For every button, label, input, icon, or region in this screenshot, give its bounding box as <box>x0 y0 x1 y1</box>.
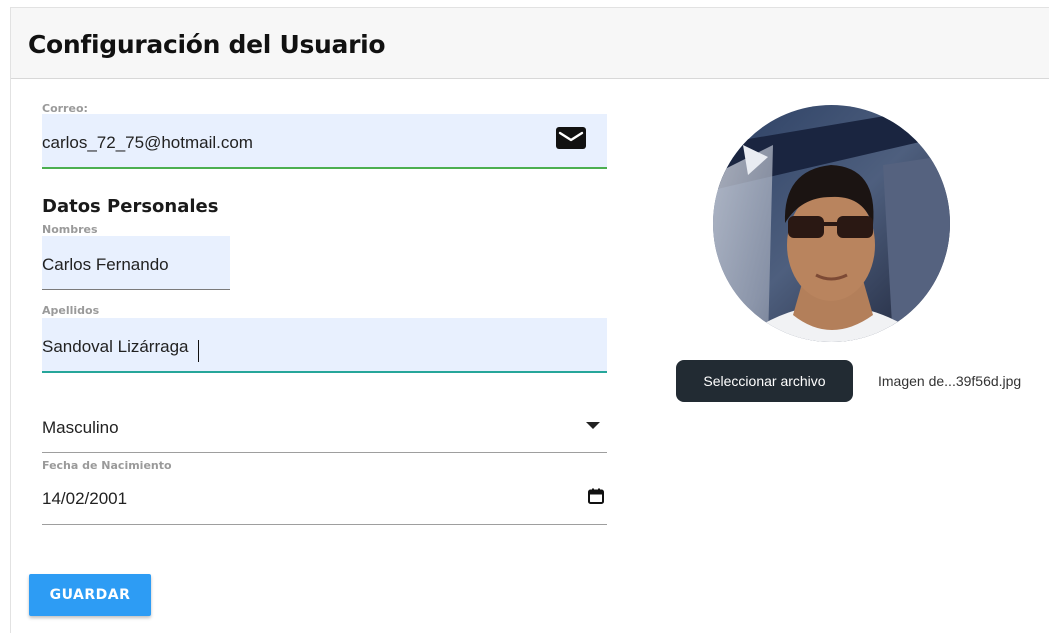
first-names-label: Nombres <box>42 223 98 236</box>
birth-date-underline <box>42 524 607 525</box>
gender-select[interactable] <box>42 403 607 453</box>
card-header: Configuración del Usuario <box>11 8 1049 79</box>
settings-card: Configuración del Usuario Correo: carlos… <box>10 7 1049 633</box>
first-names-value: Carlos Fernando <box>42 255 169 274</box>
email-value: carlos_72_75@hotmail.com <box>42 133 253 152</box>
choose-file-button[interactable]: Seleccionar archivo <box>676 360 853 402</box>
text-cursor <box>198 340 199 362</box>
profile-photo <box>713 105 950 342</box>
envelope-icon <box>556 127 586 149</box>
gender-value: Masculino <box>42 418 119 437</box>
selected-file-name: Imagen de...39f56d.jpg <box>878 373 1022 389</box>
birth-date-value: 14/02/2001 <box>42 489 128 508</box>
profile-photo-image <box>713 105 950 342</box>
last-names-label: Apellidos <box>42 304 100 317</box>
dropdown-arrow-icon[interactable] <box>586 422 600 430</box>
last-names-value: Sandoval Lizárraga <box>42 337 189 356</box>
page-title: Configuración del Usuario <box>28 30 386 59</box>
section-title-personal-data: Datos Personales <box>42 196 219 217</box>
gender-underline <box>42 452 607 453</box>
calendar-icon[interactable] <box>588 488 604 504</box>
save-button[interactable]: GUARDAR <box>29 574 151 616</box>
birth-date-label: Fecha de Nacimiento <box>42 459 172 472</box>
last-names-underline <box>42 371 607 373</box>
email-underline <box>42 167 607 169</box>
first-names-underline <box>42 289 230 290</box>
